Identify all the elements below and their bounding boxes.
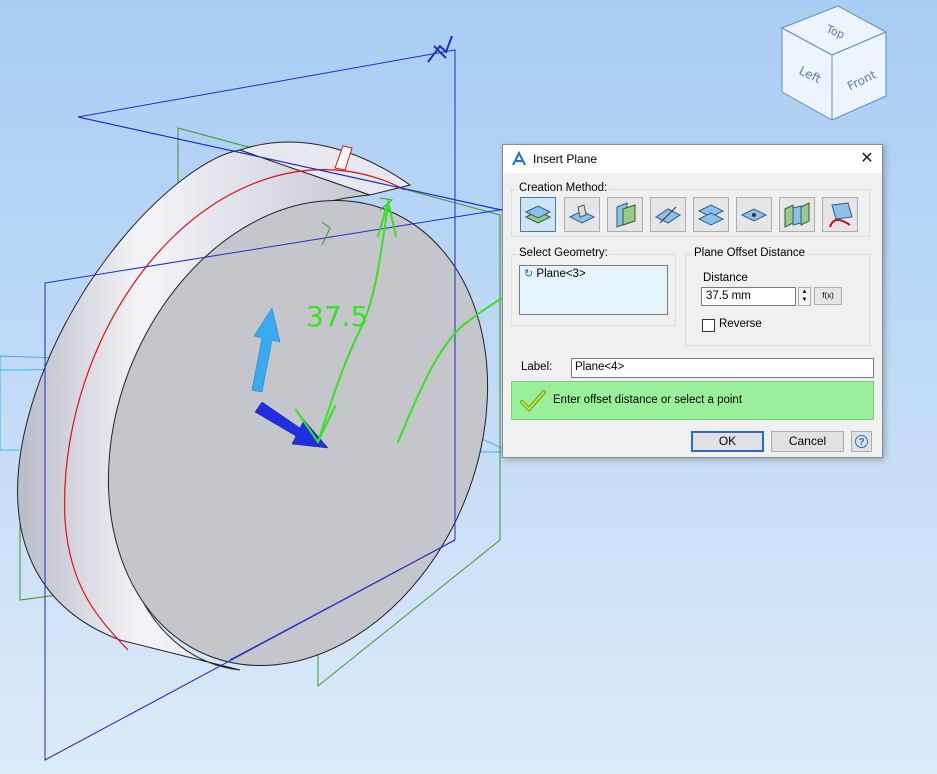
label-input[interactable]: Plane<4> <box>571 358 874 378</box>
geometry-item-label: Plane<3> <box>536 268 586 280</box>
mid-plane-icon <box>784 202 810 228</box>
distance-label: Distance <box>703 272 748 284</box>
plane-symbol <box>427 35 453 63</box>
view-cube[interactable]: Top Left Front <box>780 5 888 121</box>
method-point-plane-button[interactable] <box>736 197 772 232</box>
status-message-bar: Enter offset distance or select a point <box>511 381 874 420</box>
close-icon: ✕ <box>860 150 874 167</box>
select-geometry-label: Select Geometry: <box>517 247 610 259</box>
distance-input[interactable]: 37.5 mm <box>701 287 796 306</box>
point-plane-icon <box>740 208 768 222</box>
checkmark-icon <box>520 390 546 412</box>
offset-distance-group-label: Plane Offset Distance <box>692 247 808 259</box>
dimension-text: 37.5 <box>306 300 368 333</box>
cancel-button[interactable]: Cancel <box>771 431 844 452</box>
help-button[interactable]: ? <box>851 431 872 452</box>
method-normal-plane-button[interactable] <box>607 197 643 232</box>
spin-down-icon[interactable]: ▼ <box>799 296 810 304</box>
normal-plane-icon <box>616 202 636 228</box>
distance-spinner[interactable]: ▲ ▼ <box>798 287 811 306</box>
refresh-icon: ↻ <box>524 268 534 280</box>
reverse-label: Reverse <box>719 318 762 330</box>
offset-plane-icon <box>524 205 552 224</box>
tangent-plane-icon <box>568 204 596 224</box>
parallel-planes-icon <box>697 204 725 226</box>
close-button[interactable]: ✕ <box>852 145 882 173</box>
dialog-title: Insert Plane <box>533 152 598 166</box>
reverse-checkbox[interactable] <box>702 319 715 332</box>
method-mid-plane-button[interactable] <box>779 197 815 232</box>
creation-method-label: Creation Method: <box>517 182 610 194</box>
angle-plane-icon <box>655 206 681 224</box>
curve-plane-icon <box>829 202 853 228</box>
ok-button[interactable]: OK <box>691 431 764 452</box>
method-offset-plane-button[interactable] <box>520 197 556 232</box>
help-icon: ? <box>855 435 868 448</box>
method-parallel-planes-button[interactable] <box>693 197 729 232</box>
formula-button[interactable]: f(x) <box>814 287 842 305</box>
method-tangent-plane-button[interactable] <box>564 197 600 232</box>
app-logo-icon <box>512 151 526 166</box>
label-field-label: Label: <box>521 361 553 373</box>
insert-plane-dialog: Insert Plane ✕ Creation Method: Select G… <box>502 144 883 458</box>
geometry-list-item[interactable]: ↻ Plane<3> <box>524 267 586 280</box>
dialog-titlebar[interactable]: Insert Plane ✕ <box>503 145 882 173</box>
method-curve-plane-button[interactable] <box>822 197 858 232</box>
spin-up-icon[interactable]: ▲ <box>799 288 810 296</box>
method-angle-plane-button[interactable] <box>650 197 686 232</box>
geometry-list[interactable]: ↻ Plane<3> <box>519 265 668 315</box>
status-message-text: Enter offset distance or select a point <box>553 394 743 406</box>
